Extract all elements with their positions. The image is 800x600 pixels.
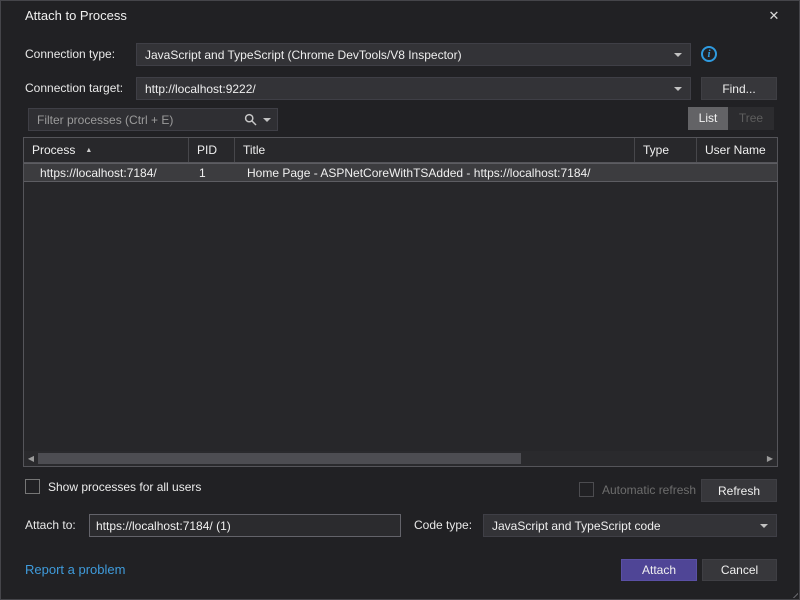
chevron-down-icon[interactable] bbox=[674, 87, 682, 91]
connection-target-dropdown[interactable]: http://localhost:9222/ bbox=[136, 77, 691, 100]
search-icon[interactable] bbox=[244, 113, 277, 126]
cancel-button[interactable]: Cancel bbox=[702, 559, 777, 581]
column-header-process[interactable]: Process ▲ bbox=[24, 138, 189, 162]
connection-target-label: Connection target: bbox=[25, 77, 123, 100]
titlebar: Attach to Process ✕ bbox=[1, 1, 799, 31]
chevron-down-icon[interactable] bbox=[674, 53, 682, 57]
pid-cell: 1 bbox=[189, 166, 235, 180]
column-header-type[interactable]: Type bbox=[635, 138, 697, 162]
code-type-dropdown[interactable]: JavaScript and TypeScript code bbox=[483, 514, 777, 537]
filter-processes-input[interactable] bbox=[29, 109, 244, 130]
attach-to-process-dialog: { "dialog": { "title": "Attach to Proces… bbox=[0, 0, 800, 600]
automatic-refresh-label: Automatic refresh bbox=[602, 483, 696, 497]
title-cell: Home Page - ASPNetCoreWithTSAdded - http… bbox=[235, 166, 635, 180]
table-body: https://localhost:7184/ 1 Home Page - AS… bbox=[24, 163, 777, 451]
list-view-button[interactable]: List bbox=[688, 107, 728, 130]
attach-to-value: https://localhost:7184/ (1) bbox=[96, 519, 231, 533]
connection-type-label: Connection type: bbox=[25, 43, 115, 66]
scroll-right-icon[interactable]: ▶ bbox=[763, 451, 777, 466]
table-header: Process ▲ PID Title Type User Name bbox=[24, 138, 777, 163]
report-a-problem-link[interactable]: Report a problem bbox=[25, 562, 125, 577]
horizontal-scrollbar[interactable]: ◀ ▶ bbox=[24, 451, 777, 466]
info-icon[interactable]: i bbox=[701, 46, 717, 62]
chevron-down-icon[interactable] bbox=[263, 118, 271, 122]
code-type-label: Code type: bbox=[414, 514, 472, 537]
scrollbar-thumb[interactable] bbox=[38, 453, 521, 464]
attach-to-label: Attach to: bbox=[25, 514, 76, 537]
refresh-button[interactable]: Refresh bbox=[701, 479, 777, 502]
column-header-user-name[interactable]: User Name bbox=[697, 138, 777, 162]
dialog-title: Attach to Process bbox=[25, 1, 127, 31]
connection-target-value: http://localhost:9222/ bbox=[145, 82, 668, 96]
column-header-pid[interactable]: PID bbox=[189, 138, 235, 162]
process-cell: https://localhost:7184/ bbox=[24, 166, 189, 180]
show-all-users-label: Show processes for all users bbox=[48, 480, 201, 494]
scroll-left-icon[interactable]: ◀ bbox=[24, 451, 38, 466]
automatic-refresh-option: Automatic refresh bbox=[579, 482, 696, 497]
show-all-users-checkbox[interactable] bbox=[25, 479, 40, 494]
connection-type-dropdown[interactable]: JavaScript and TypeScript (Chrome DevToo… bbox=[136, 43, 691, 66]
automatic-refresh-checkbox bbox=[579, 482, 594, 497]
process-table: Process ▲ PID Title Type User Name https… bbox=[23, 137, 778, 467]
find-button[interactable]: Find... bbox=[701, 77, 777, 100]
filter-processes-box[interactable] bbox=[28, 108, 278, 131]
connection-type-value: JavaScript and TypeScript (Chrome DevToo… bbox=[145, 48, 668, 62]
show-all-users-option[interactable]: Show processes for all users bbox=[25, 479, 201, 494]
chevron-down-icon[interactable] bbox=[760, 524, 768, 528]
column-header-title[interactable]: Title bbox=[235, 138, 635, 162]
resize-grip[interactable] bbox=[786, 586, 798, 598]
column-header-process-label: Process bbox=[32, 143, 75, 157]
sort-ascending-icon: ▲ bbox=[85, 147, 92, 154]
tree-view-button[interactable]: Tree bbox=[728, 107, 774, 130]
code-type-value: JavaScript and TypeScript code bbox=[492, 519, 754, 533]
attach-to-field[interactable]: https://localhost:7184/ (1) bbox=[89, 514, 401, 537]
close-icon[interactable]: ✕ bbox=[757, 1, 791, 31]
attach-button[interactable]: Attach bbox=[621, 559, 697, 581]
table-row-selected[interactable]: https://localhost:7184/ 1 Home Page - AS… bbox=[24, 163, 777, 182]
